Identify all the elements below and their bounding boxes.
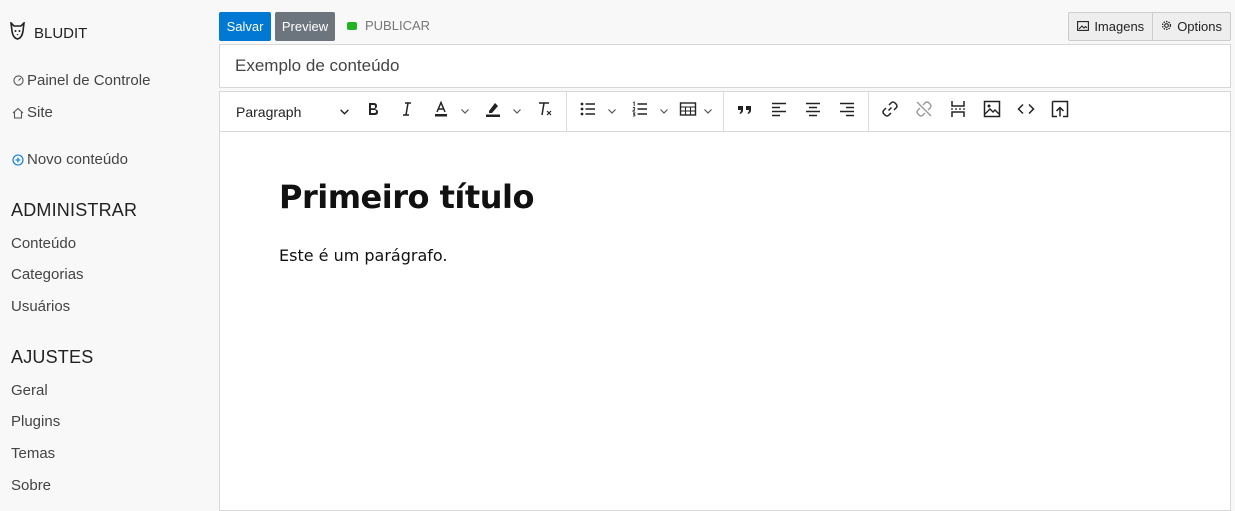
- save-button[interactable]: Salvar: [219, 12, 271, 41]
- page-break-button[interactable]: [941, 95, 975, 129]
- sidebar-item-geral[interactable]: Geral: [11, 382, 48, 399]
- nav-new-content[interactable]: Novo conteúdo: [11, 151, 128, 168]
- rich-text-editor: Paragraph Primeiro título Este é um pará…: [219, 91, 1231, 511]
- table-button[interactable]: [675, 95, 701, 129]
- toolbar-group-lists: [567, 91, 724, 132]
- numbered-list-icon: [630, 99, 650, 124]
- home-icon: [11, 106, 25, 120]
- highlight-split: [476, 95, 528, 129]
- highlight-button[interactable]: [476, 95, 510, 129]
- source-code-button[interactable]: [1009, 95, 1043, 129]
- unlink-button[interactable]: [907, 95, 941, 129]
- code-icon: [1016, 99, 1036, 124]
- dashboard-icon: [11, 74, 25, 88]
- bludit-logo-icon: [9, 20, 26, 44]
- format-select[interactable]: Paragraph: [228, 95, 356, 129]
- bullet-list-dropdown[interactable]: [605, 95, 619, 129]
- gear-icon: [1161, 19, 1172, 34]
- bold-icon: [363, 99, 383, 124]
- link-button[interactable]: [873, 95, 907, 129]
- sidebar-item-categorias[interactable]: Categorias: [11, 266, 84, 283]
- fullscreen-button[interactable]: [1043, 95, 1077, 129]
- align-right-icon: [837, 99, 857, 124]
- options-button[interactable]: Options: [1152, 13, 1230, 40]
- align-left-button[interactable]: [762, 95, 796, 129]
- table-dropdown[interactable]: [701, 95, 715, 129]
- title-input[interactable]: Exemplo de conteúdo: [219, 44, 1231, 88]
- text-color-button[interactable]: [424, 95, 458, 129]
- plus-circle-icon: [11, 153, 25, 167]
- nav-site-label: Site: [27, 104, 53, 121]
- bullet-list-button[interactable]: [571, 95, 605, 129]
- align-left-icon: [769, 99, 789, 124]
- section-administrar: ADMINISTRAR: [11, 200, 138, 220]
- table-split: [675, 95, 719, 129]
- chevron-down-icon: [460, 103, 470, 121]
- status-dot: [347, 21, 357, 30]
- sidebar-item-usuarios[interactable]: Usuários: [11, 298, 70, 315]
- images-button[interactable]: Imagens: [1069, 13, 1152, 40]
- italic-icon: [397, 99, 417, 124]
- quote-icon: [735, 99, 755, 124]
- nav-site[interactable]: Site: [11, 104, 53, 121]
- brand-name: BLUDIT: [34, 24, 88, 42]
- content-paragraph: Este é um parágrafo.: [279, 246, 448, 265]
- align-center-button[interactable]: [796, 95, 830, 129]
- highlight-dropdown[interactable]: [510, 95, 524, 129]
- bold-button[interactable]: [356, 95, 390, 129]
- fullscreen-icon: [1050, 99, 1070, 124]
- text-color-icon: [431, 99, 451, 124]
- preview-button[interactable]: Preview: [275, 12, 335, 41]
- insert-image-button[interactable]: [975, 95, 1009, 129]
- brand[interactable]: BLUDIT: [9, 20, 88, 44]
- text-color-split: [424, 95, 476, 129]
- clear-format-button[interactable]: [528, 95, 562, 129]
- editor-content[interactable]: Primeiro título Este é um parágrafo.: [220, 132, 1230, 311]
- text-color-dropdown[interactable]: [458, 95, 472, 129]
- numbered-list-dropdown[interactable]: [657, 95, 671, 129]
- main-area: Salvar Preview PUBLICAR Imagens Options …: [219, 0, 1231, 511]
- editor-toolbar: Paragraph: [220, 91, 1230, 132]
- sidebar-item-conteudo[interactable]: Conteúdo: [11, 235, 76, 252]
- chevron-down-icon: [512, 103, 522, 121]
- numbered-list-split: [623, 95, 675, 129]
- image-icon: [982, 99, 1002, 124]
- sidebar-item-temas[interactable]: Temas: [11, 445, 55, 462]
- section-ajustes: AJUSTES: [11, 347, 94, 367]
- right-button-group: Imagens Options: [1068, 12, 1231, 41]
- sidebar-item-plugins[interactable]: Plugins: [11, 413, 60, 430]
- align-center-icon: [803, 99, 823, 124]
- bullet-list-icon: [578, 99, 598, 124]
- bullet-list-split: [571, 95, 623, 129]
- images-label: Imagens: [1094, 19, 1145, 34]
- table-icon: [678, 99, 698, 124]
- highlighter-icon: [483, 99, 503, 124]
- numbered-list-button[interactable]: [623, 95, 657, 129]
- toolbar-group-block: [724, 91, 869, 132]
- chevron-down-icon: [703, 103, 713, 121]
- unlink-icon: [914, 99, 934, 124]
- status-label: PUBLICAR: [365, 18, 431, 33]
- toolbar-group-format: Paragraph: [224, 91, 567, 132]
- chevron-down-icon: [607, 103, 617, 121]
- italic-button[interactable]: [390, 95, 424, 129]
- sidebar: BLUDIT Painel de Controle Site Novo cont…: [0, 0, 210, 500]
- chevron-down-icon: [339, 104, 350, 120]
- blockquote-button[interactable]: [728, 95, 762, 129]
- nav-new-content-label: Novo conteúdo: [27, 151, 128, 168]
- content-heading: Primeiro título: [279, 178, 534, 216]
- align-right-button[interactable]: [830, 95, 864, 129]
- sidebar-item-sobre[interactable]: Sobre: [11, 477, 51, 494]
- options-label: Options: [1177, 19, 1222, 34]
- link-icon: [880, 99, 900, 124]
- page-break-icon: [948, 99, 968, 124]
- chevron-down-icon: [659, 103, 669, 121]
- publish-status[interactable]: PUBLICAR: [347, 18, 430, 33]
- format-select-value: Paragraph: [236, 103, 302, 120]
- image-icon: [1077, 19, 1090, 34]
- toolbar-group-insert: [869, 92, 1081, 132]
- clear-format-icon: [535, 99, 555, 124]
- nav-dashboard-label: Painel de Controle: [27, 72, 151, 89]
- nav-dashboard[interactable]: Painel de Controle: [11, 72, 150, 89]
